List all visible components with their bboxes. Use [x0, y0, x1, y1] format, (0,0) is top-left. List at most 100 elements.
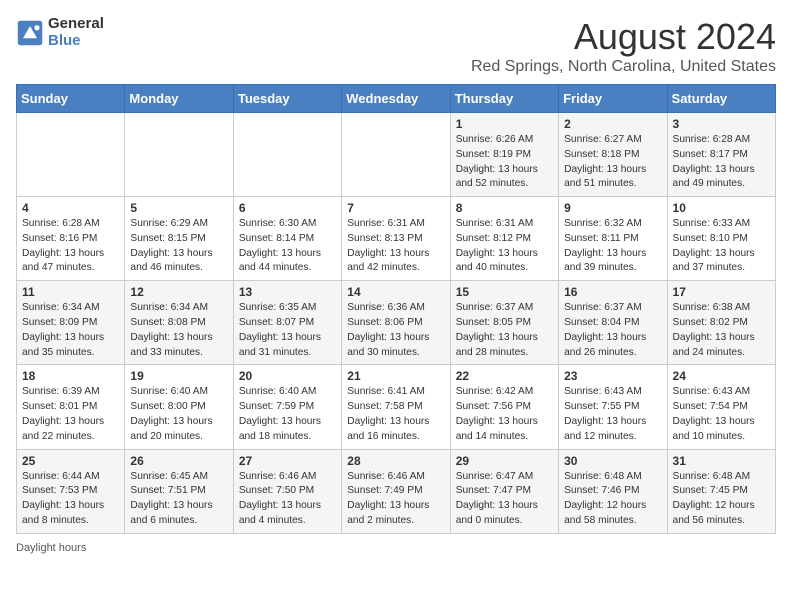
cell-content: Sunrise: 6:46 AM Sunset: 7:50 PM Dayligh… — [239, 470, 336, 529]
logo-general-text: General — [48, 16, 104, 33]
calendar-cell: 24Sunrise: 6:43 AM Sunset: 7:54 PM Dayli… — [667, 365, 775, 449]
day-number: 10 — [673, 201, 770, 215]
cell-content: Sunrise: 6:48 AM Sunset: 7:45 PM Dayligh… — [673, 470, 770, 529]
day-number: 31 — [673, 454, 770, 468]
day-number: 11 — [22, 285, 119, 299]
cell-content: Sunrise: 6:32 AM Sunset: 8:11 PM Dayligh… — [564, 217, 661, 276]
calendar-cell: 21 Sunrise: 6:41 AM Sunset: 7:58 PM Dayli… — [342, 365, 450, 449]
cell-content: Sunrise: 6:37 AM Sunset: 8:04 PM Dayligh… — [564, 301, 661, 360]
day-number: 8 — [456, 201, 553, 215]
day-number: 13 — [239, 285, 336, 299]
day-number: 9 — [564, 201, 661, 215]
calendar-header-row: SundayMondayTuesdayWednesdayThursdayFrid… — [17, 85, 776, 113]
day-number: 29 — [456, 454, 553, 468]
cell-content: Sunrise: 6:28 AM Sunset: 8:16 PM Dayligh… — [22, 217, 119, 276]
calendar-cell: 7 Sunrise: 6:31 AM Sunset: 8:13 PM Daylig… — [342, 197, 450, 281]
day-number: 1 — [456, 117, 553, 131]
cell-content: Sunrise: 6:29 AM Sunset: 8:15 PM Dayligh… — [130, 217, 227, 276]
day-number: 5 — [130, 201, 227, 215]
cell-content: Sunrise: 6:43 AM Sunset: 7:55 PM Dayligh… — [564, 385, 661, 444]
cell-content: Sunrise: 6:46 AM Sunset: 7:49 PM Dayligh… — [347, 470, 444, 529]
day-number: 20 — [239, 369, 336, 383]
calendar-cell — [342, 113, 450, 197]
day-number: 26 — [130, 454, 227, 468]
cell-content: Sunrise: 6:34 AM Sunset: 8:09 PM Dayligh… — [22, 301, 119, 360]
day-number: 28 — [347, 454, 444, 468]
calendar-week-row: 4Sunrise: 6:28 AM Sunset: 8:16 PM Daylig… — [17, 197, 776, 281]
day-number: 12 — [130, 285, 227, 299]
calendar-cell: 28 Sunrise: 6:46 AM Sunset: 7:49 PM Dayli… — [342, 449, 450, 533]
calendar-cell: 26 Sunrise: 6:45 AM Sunset: 7:51 PM Dayli… — [125, 449, 233, 533]
column-header-sunday: Sunday — [17, 85, 125, 113]
footer-note: Daylight hours — [16, 542, 776, 554]
logo-text: General Blue — [48, 16, 104, 49]
day-number: 21 — [347, 369, 444, 383]
month-year-title: August 2024 — [471, 16, 776, 58]
day-number: 7 — [347, 201, 444, 215]
column-header-wednesday: Wednesday — [342, 85, 450, 113]
cell-content: Sunrise: 6:45 AM Sunset: 7:51 PM Dayligh… — [130, 470, 227, 529]
calendar-week-row: 1Sunrise: 6:26 AM Sunset: 8:19 PM Daylig… — [17, 113, 776, 197]
cell-content: Sunrise: 6:37 AM Sunset: 8:05 PM Dayligh… — [456, 301, 553, 360]
day-number: 18 — [22, 369, 119, 383]
day-number: 22 — [456, 369, 553, 383]
cell-content: Sunrise: 6:40 AM Sunset: 8:00 PM Dayligh… — [130, 385, 227, 444]
column-header-tuesday: Tuesday — [233, 85, 341, 113]
calendar-week-row: 11 Sunrise: 6:34 AM Sunset: 8:09 PM Dayli… — [17, 281, 776, 365]
day-number: 15 — [456, 285, 553, 299]
cell-content: Sunrise: 6:30 AM Sunset: 8:14 PM Dayligh… — [239, 217, 336, 276]
calendar-cell: 9 Sunrise: 6:32 AM Sunset: 8:11 PM Daylig… — [559, 197, 667, 281]
cell-content: Sunrise: 6:34 AM Sunset: 8:08 PM Dayligh… — [130, 301, 227, 360]
calendar-cell: 11 Sunrise: 6:34 AM Sunset: 8:09 PM Dayli… — [17, 281, 125, 365]
calendar-cell: 6 Sunrise: 6:30 AM Sunset: 8:14 PM Daylig… — [233, 197, 341, 281]
column-header-friday: Friday — [559, 85, 667, 113]
cell-content: Sunrise: 6:31 AM Sunset: 8:12 PM Dayligh… — [456, 217, 553, 276]
day-number: 14 — [347, 285, 444, 299]
page-header: General Blue August 2024 Red Springs, No… — [16, 16, 776, 76]
cell-content: Sunrise: 6:38 AM Sunset: 8:02 PM Dayligh… — [673, 301, 770, 360]
cell-content: Sunrise: 6:33 AM Sunset: 8:10 PM Dayligh… — [673, 217, 770, 276]
column-header-thursday: Thursday — [450, 85, 558, 113]
calendar-cell: 22 Sunrise: 6:42 AM Sunset: 7:56 PM Dayli… — [450, 365, 558, 449]
calendar-cell: 14 Sunrise: 6:36 AM Sunset: 8:06 PM Dayli… — [342, 281, 450, 365]
day-number: 16 — [564, 285, 661, 299]
column-header-saturday: Saturday — [667, 85, 775, 113]
calendar-cell: 12 Sunrise: 6:34 AM Sunset: 8:08 PM Dayli… — [125, 281, 233, 365]
cell-content: Sunrise: 6:31 AM Sunset: 8:13 PM Dayligh… — [347, 217, 444, 276]
day-number: 25 — [22, 454, 119, 468]
day-number: 27 — [239, 454, 336, 468]
calendar-cell: 19 Sunrise: 6:40 AM Sunset: 8:00 PM Dayli… — [125, 365, 233, 449]
logo-icon — [16, 19, 44, 47]
cell-content: Sunrise: 6:44 AM Sunset: 7:53 PM Dayligh… — [22, 470, 119, 529]
calendar-week-row: 18Sunrise: 6:39 AM Sunset: 8:01 PM Dayli… — [17, 365, 776, 449]
day-number: 17 — [673, 285, 770, 299]
calendar-cell: 2Sunrise: 6:27 AM Sunset: 8:18 PM Daylig… — [559, 113, 667, 197]
calendar-cell: 1Sunrise: 6:26 AM Sunset: 8:19 PM Daylig… — [450, 113, 558, 197]
cell-content: Sunrise: 6:35 AM Sunset: 8:07 PM Dayligh… — [239, 301, 336, 360]
calendar-cell: 25 Sunrise: 6:44 AM Sunset: 7:53 PM Dayli… — [17, 449, 125, 533]
calendar-cell: 17 Sunrise: 6:38 AM Sunset: 8:02 PM Dayli… — [667, 281, 775, 365]
logo-blue-text: Blue — [48, 33, 104, 50]
day-number: 6 — [239, 201, 336, 215]
cell-content: Sunrise: 6:42 AM Sunset: 7:56 PM Dayligh… — [456, 385, 553, 444]
cell-content: Sunrise: 6:36 AM Sunset: 8:06 PM Dayligh… — [347, 301, 444, 360]
cell-content: Sunrise: 6:43 AM Sunset: 7:54 PM Dayligh… — [673, 385, 770, 444]
calendar-cell: 20Sunrise: 6:40 AM Sunset: 7:59 PM Dayli… — [233, 365, 341, 449]
cell-content: Sunrise: 6:28 AM Sunset: 8:17 PM Dayligh… — [673, 133, 770, 192]
cell-content: Sunrise: 6:41 AM Sunset: 7:58 PM Dayligh… — [347, 385, 444, 444]
title-block: August 2024 Red Springs, North Carolina,… — [471, 16, 776, 76]
calendar-cell: 8 Sunrise: 6:31 AM Sunset: 8:12 PM Daylig… — [450, 197, 558, 281]
calendar-cell: 10 Sunrise: 6:33 AM Sunset: 8:10 PM Dayli… — [667, 197, 775, 281]
day-number: 19 — [130, 369, 227, 383]
calendar-cell: 31 Sunrise: 6:48 AM Sunset: 7:45 PM Dayli… — [667, 449, 775, 533]
calendar-cell: 27 Sunrise: 6:46 AM Sunset: 7:50 PM Dayli… — [233, 449, 341, 533]
cell-content: Sunrise: 6:48 AM Sunset: 7:46 PM Dayligh… — [564, 470, 661, 529]
calendar-cell: 5 Sunrise: 6:29 AM Sunset: 8:15 PM Daylig… — [125, 197, 233, 281]
cell-content: Sunrise: 6:47 AM Sunset: 7:47 PM Dayligh… — [456, 470, 553, 529]
calendar-cell: 3Sunrise: 6:28 AM Sunset: 8:17 PM Daylig… — [667, 113, 775, 197]
calendar-cell: 29 Sunrise: 6:47 AM Sunset: 7:47 PM Dayli… — [450, 449, 558, 533]
calendar-cell: 4Sunrise: 6:28 AM Sunset: 8:16 PM Daylig… — [17, 197, 125, 281]
calendar-table: SundayMondayTuesdayWednesdayThursdayFrid… — [16, 84, 776, 534]
cell-content: Sunrise: 6:27 AM Sunset: 8:18 PM Dayligh… — [564, 133, 661, 192]
calendar-cell — [125, 113, 233, 197]
